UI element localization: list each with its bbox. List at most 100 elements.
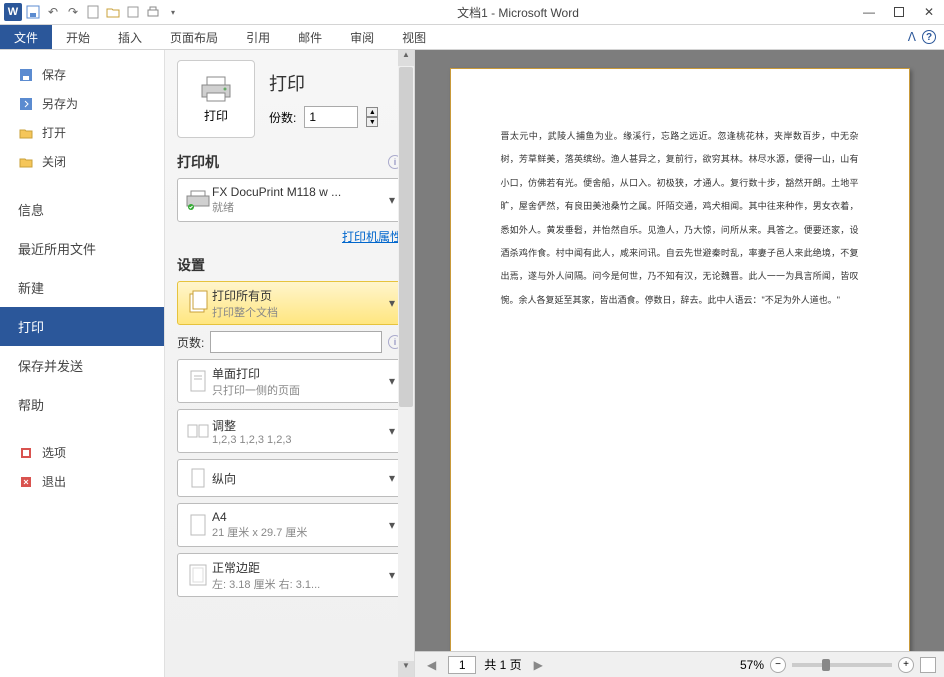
printer-status-icon [184, 184, 212, 216]
zoom-in-button[interactable]: + [898, 657, 914, 673]
margins-select[interactable]: 正常边距 左: 3.18 厘米 右: 3.1... ▾ [177, 553, 402, 597]
backstage-sidebar: 保存 另存为 打开 关闭 信息 最近所用文件 新建 打印 保存并发送 帮助 选项… [0, 50, 165, 677]
copies-input[interactable] [304, 106, 358, 128]
sidebar-item-label: 打开 [42, 124, 66, 141]
margin-title: 正常边距 [212, 559, 385, 576]
print-button-label: 打印 [204, 107, 228, 124]
minimize-button[interactable]: — [854, 0, 884, 25]
collate-title: 调整 [212, 417, 385, 434]
sidebar-item-save-send[interactable]: 保存并发送 [0, 346, 164, 385]
sidebar-item-label: 选项 [42, 444, 66, 461]
sidebar-item-new[interactable]: 新建 [0, 268, 164, 307]
tab-review[interactable]: 审阅 [336, 25, 388, 49]
margin-sub: 左: 3.18 厘米 右: 3.1... [212, 576, 385, 592]
print-button[interactable]: 打印 [177, 60, 255, 138]
window-title: 文档1 - Microsoft Word [182, 4, 854, 21]
tab-mailings[interactable]: 邮件 [284, 25, 336, 49]
collate-icon [184, 415, 212, 447]
chevron-down-icon: ▾ [385, 568, 395, 582]
tab-insert[interactable]: 插入 [104, 25, 156, 49]
ribbon-minimize-icon[interactable]: ᐱ [908, 30, 916, 44]
scroll-thumb[interactable] [399, 67, 413, 407]
copies-down-button[interactable]: ▼ [366, 117, 378, 127]
margins-icon [184, 559, 212, 591]
save-icon[interactable] [24, 3, 42, 21]
print-preview-icon[interactable] [124, 3, 142, 21]
sidebar-item-save[interactable]: 保存 [0, 60, 164, 89]
sidebar-item-label: 保存 [42, 66, 66, 83]
preview-canvas: 晋太元中，武陵人捕鱼为业。缘溪行，忘路之远近。忽逢桃花林，夹岸数百步，中无杂树，… [415, 50, 944, 651]
close-button[interactable]: ✕ [914, 0, 944, 25]
collate-select[interactable]: 调整 1,2,3 1,2,3 1,2,3 ▾ [177, 409, 402, 453]
orientation-title: 纵向 [212, 470, 385, 487]
maximize-button[interactable] [884, 0, 914, 25]
all-pages-icon [184, 287, 212, 319]
preview-page: 晋太元中，武陵人捕鱼为业。缘溪行，忘路之远近。忽逢桃花林，夹岸数百步，中无杂树，… [450, 68, 910, 651]
help-icon[interactable]: ? [922, 30, 936, 44]
orientation-select[interactable]: 纵向 ▾ [177, 459, 402, 497]
close-folder-icon [18, 154, 34, 170]
zoom-label: 57% [740, 658, 764, 672]
zoom-out-button[interactable]: − [770, 657, 786, 673]
sidebar-item-info[interactable]: 信息 [0, 190, 164, 229]
titlebar: W ↶ ↷ ▾ 文档1 - Microsoft Word — ✕ [0, 0, 944, 25]
copies-up-button[interactable]: ▲ [366, 107, 378, 117]
tab-references[interactable]: 引用 [232, 25, 284, 49]
duplex-select[interactable]: 单面打印 只打印一侧的页面 ▾ [177, 359, 402, 403]
pages-label: 页数: [177, 334, 204, 351]
page-number-input[interactable] [448, 656, 476, 674]
quick-access-toolbar: W ↶ ↷ ▾ [0, 3, 182, 21]
undo-icon[interactable]: ↶ [44, 3, 62, 21]
printer-properties-link[interactable]: 打印机属性 [177, 228, 402, 245]
zoom-slider-knob[interactable] [822, 659, 830, 671]
printer-status: 就绪 [212, 199, 385, 215]
scroll-down-button[interactable]: ▼ [398, 661, 414, 677]
page-size-icon [184, 509, 212, 541]
redo-icon[interactable]: ↷ [64, 3, 82, 21]
sidebar-item-exit[interactable]: 退出 [0, 467, 164, 496]
tab-view[interactable]: 视图 [388, 25, 440, 49]
chevron-down-icon: ▾ [385, 193, 395, 207]
open-icon[interactable] [104, 3, 122, 21]
tab-page-layout[interactable]: 页面布局 [156, 25, 232, 49]
page-total-label: 共 1 页 [484, 656, 521, 673]
sidebar-item-save-as[interactable]: 另存为 [0, 89, 164, 118]
sidebar-item-label: 关闭 [42, 153, 66, 170]
pages-input[interactable] [210, 331, 382, 353]
settings-scrollbar[interactable]: ▲ ▼ [398, 50, 414, 677]
print-settings-panel: 打印 打印 份数: ▲ ▼ 打印机 i FX DocuPrin [165, 50, 415, 677]
printer-select[interactable]: FX DocuPrint M118 w ... 就绪 ▾ [177, 178, 402, 222]
word-icon: W [4, 3, 22, 21]
prev-page-button[interactable]: ◀ [423, 658, 440, 672]
chevron-down-icon: ▾ [385, 518, 395, 532]
chevron-down-icon: ▾ [385, 374, 395, 388]
duplex-title: 单面打印 [212, 365, 385, 382]
sidebar-item-recent[interactable]: 最近所用文件 [0, 229, 164, 268]
print-scope-select[interactable]: 打印所有页 打印整个文档 ▾ [177, 281, 402, 325]
sidebar-item-open[interactable]: 打开 [0, 118, 164, 147]
sidebar-item-help[interactable]: 帮助 [0, 385, 164, 424]
copies-label: 份数: [269, 109, 296, 126]
paper-size-select[interactable]: A4 21 厘米 x 29.7 厘米 ▾ [177, 503, 402, 547]
sidebar-item-options[interactable]: 选项 [0, 438, 164, 467]
sidebar-item-close[interactable]: 关闭 [0, 147, 164, 176]
qat-dropdown-icon[interactable]: ▾ [164, 3, 182, 21]
save-icon [18, 67, 34, 83]
zoom-slider[interactable] [792, 663, 892, 667]
next-page-button[interactable]: ▶ [530, 658, 547, 672]
tab-file[interactable]: 文件 [0, 25, 52, 49]
quick-print-icon[interactable] [144, 3, 162, 21]
printer-icon [198, 75, 234, 103]
tab-home[interactable]: 开始 [52, 25, 104, 49]
exit-icon [18, 474, 34, 490]
options-icon [18, 445, 34, 461]
sidebar-item-print[interactable]: 打印 [0, 307, 164, 346]
scope-sub: 打印整个文档 [212, 304, 385, 320]
new-icon[interactable] [84, 3, 102, 21]
fit-to-window-button[interactable] [920, 657, 936, 673]
scroll-up-button[interactable]: ▲ [398, 50, 414, 66]
sidebar-item-label: 另存为 [42, 95, 78, 112]
duplex-sub: 只打印一侧的页面 [212, 382, 385, 398]
print-preview: 晋太元中，武陵人捕鱼为业。缘溪行，忘路之远近。忽逢桃花林，夹岸数百步，中无杂树，… [415, 50, 944, 677]
ribbon-tabs: 文件 开始 插入 页面布局 引用 邮件 审阅 视图 ᐱ ? [0, 25, 944, 50]
